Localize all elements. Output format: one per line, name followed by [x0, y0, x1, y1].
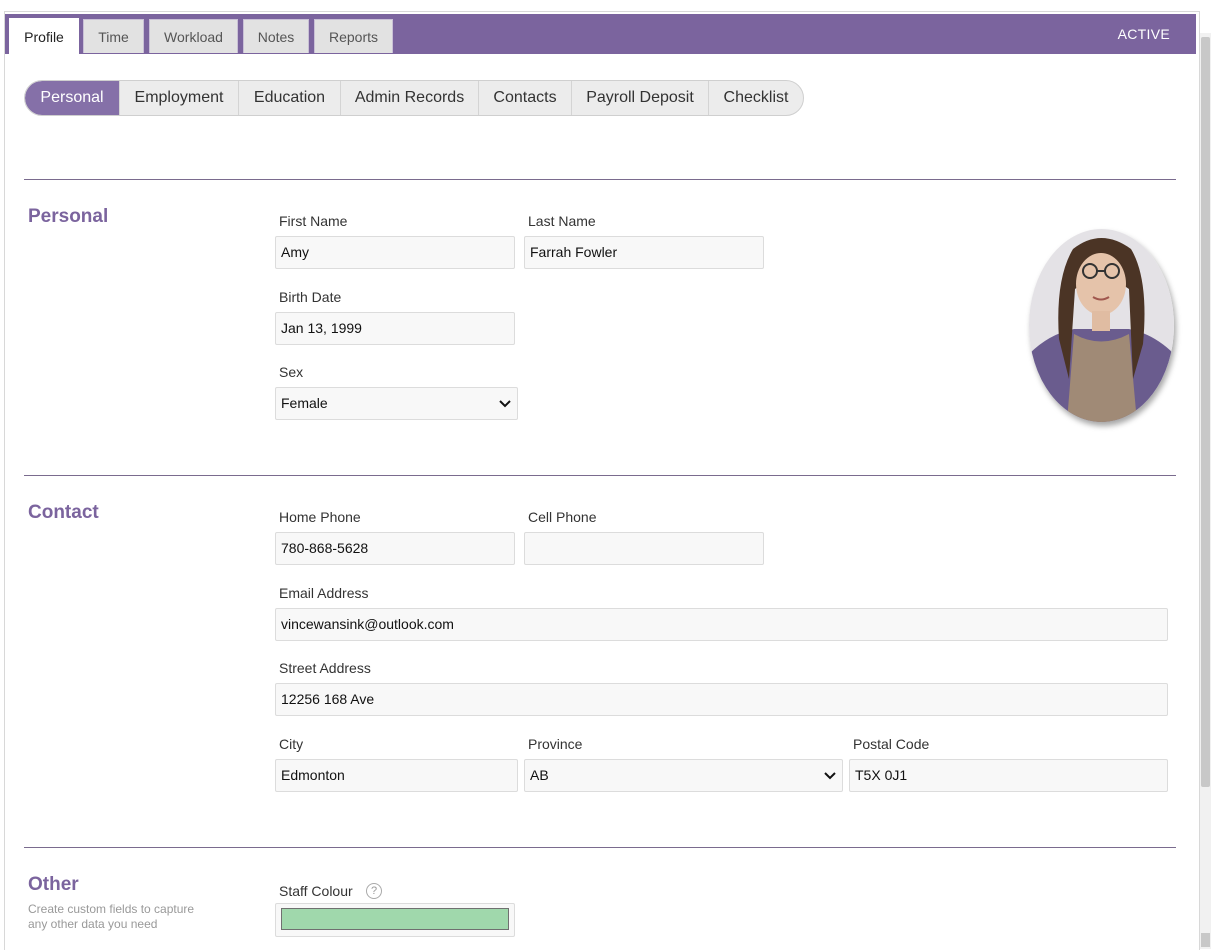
section-title-personal: Personal [28, 206, 109, 227]
cell-phone-field[interactable] [524, 532, 764, 565]
section-title-contact: Contact [28, 502, 99, 523]
email-field[interactable]: vincewansink@outlook.com [275, 608, 1168, 641]
subtab-payroll-deposit[interactable]: Payroll Deposit [571, 81, 708, 115]
home-phone-label: Home Phone [279, 509, 361, 525]
scrollbar[interactable] [1200, 33, 1211, 949]
sub-tabs: Personal Employment Education Admin Reco… [24, 80, 804, 116]
staff-colour-label: Staff Colour [279, 883, 353, 899]
subtab-checklist[interactable]: Checklist [708, 81, 803, 115]
first-name-label: First Name [279, 213, 348, 229]
sex-select[interactable]: Female [275, 387, 518, 420]
first-name-field[interactable]: Amy [275, 236, 515, 269]
sex-label: Sex [279, 364, 304, 380]
postal-code-label: Postal Code [853, 736, 930, 752]
subtab-personal[interactable]: Personal [25, 81, 119, 115]
staff-colour-swatch[interactable] [281, 908, 509, 930]
home-phone-field[interactable]: 780-868-5628 [275, 532, 515, 565]
street-address-label: Street Address [279, 660, 371, 676]
avatar[interactable] [1029, 229, 1174, 422]
app-frame [4, 11, 1200, 950]
tab-profile[interactable]: Profile [9, 18, 79, 54]
profile-photo [1029, 229, 1174, 422]
email-label: Email Address [279, 585, 369, 601]
section-divider [24, 475, 1176, 476]
other-description-line2: any other data you need [28, 917, 158, 931]
province-value: AB [530, 767, 549, 783]
scroll-down-arrow[interactable] [1201, 933, 1210, 947]
section-title-other: Other [28, 874, 79, 895]
province-label: Province [528, 736, 583, 752]
city-label: City [279, 736, 304, 752]
chevron-down-icon [499, 400, 511, 408]
section-divider [24, 847, 1176, 848]
chevron-down-icon [824, 772, 836, 780]
street-address-field[interactable]: 12256 168 Ave [275, 683, 1168, 716]
tab-time[interactable]: Time [83, 19, 144, 53]
help-icon[interactable]: ? [366, 883, 382, 899]
birth-date-field[interactable]: Jan 13, 1999 [275, 312, 515, 345]
last-name-field[interactable]: Farrah Fowler [524, 236, 764, 269]
other-description-line1: Create custom fields to capture [28, 902, 195, 916]
postal-code-field[interactable]: T5X 0J1 [849, 759, 1168, 792]
province-select[interactable]: AB [524, 759, 843, 792]
subtab-employment[interactable]: Employment [119, 81, 238, 115]
subtab-education[interactable]: Education [238, 81, 340, 115]
last-name-label: Last Name [528, 213, 596, 229]
section-divider [24, 179, 1176, 180]
birth-date-label: Birth Date [279, 289, 342, 305]
tab-reports[interactable]: Reports [314, 19, 393, 53]
subtab-admin-records[interactable]: Admin Records [340, 81, 478, 115]
subtab-contacts[interactable]: Contacts [478, 81, 571, 115]
sex-value: Female [281, 395, 328, 411]
scrollbar-thumb[interactable] [1201, 37, 1210, 787]
tab-workload[interactable]: Workload [149, 19, 238, 53]
tab-notes[interactable]: Notes [243, 19, 309, 53]
cell-phone-label: Cell Phone [528, 509, 597, 525]
city-field[interactable]: Edmonton [275, 759, 518, 792]
status-badge: ACTIVE [1117, 26, 1170, 42]
